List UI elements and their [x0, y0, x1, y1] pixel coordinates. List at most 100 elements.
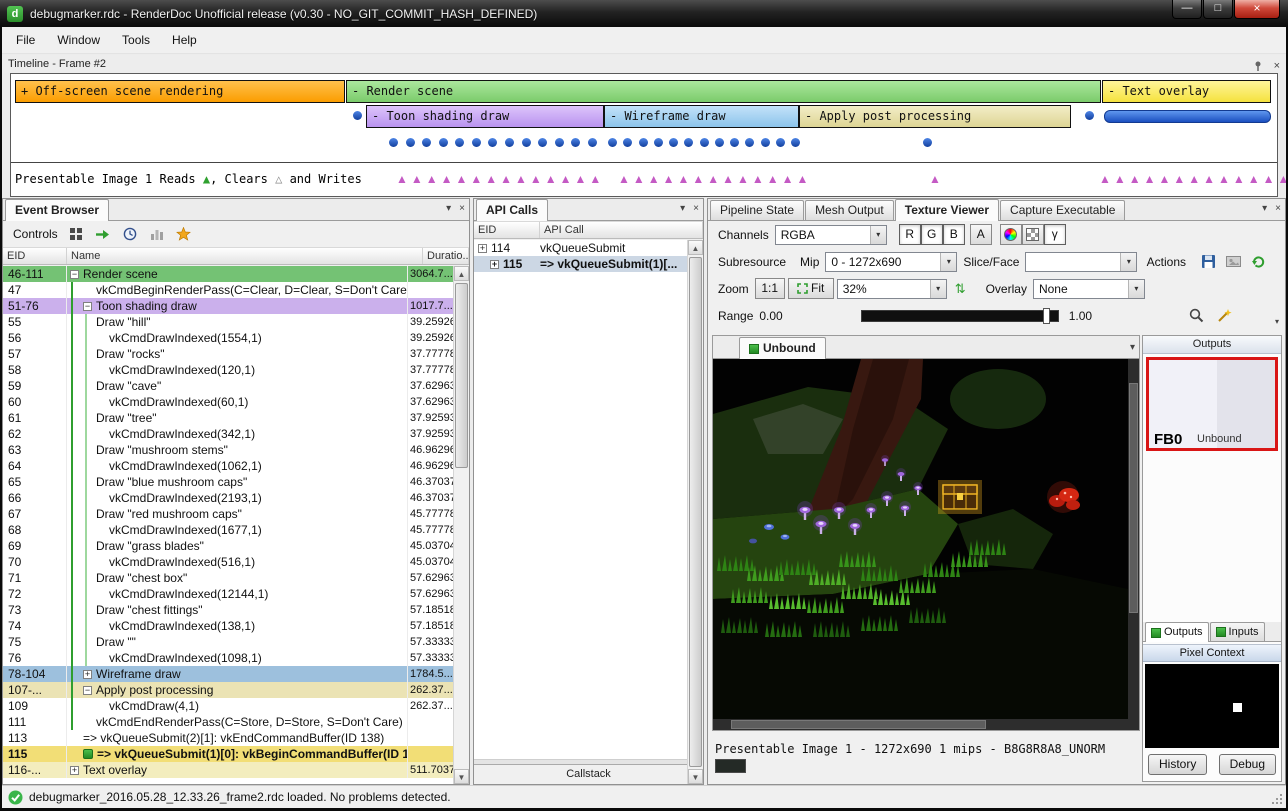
timeline-bar-apply-post-processing[interactable]: - Apply post processing — [799, 105, 1071, 128]
scrollbar-thumb[interactable] — [1129, 383, 1138, 613]
timeline-bar-offscreen-scene-rendering[interactable]: + Off-screen scene rendering — [15, 80, 345, 103]
event-dot[interactable] — [389, 138, 398, 147]
minimize-button[interactable]: — — [1172, 0, 1202, 19]
blue-channel-button[interactable]: B — [943, 224, 965, 245]
expander-icon[interactable]: + — [490, 260, 499, 269]
overlay-dropdown[interactable]: None ▾ — [1033, 279, 1145, 299]
range-slider[interactable] — [861, 310, 1059, 322]
tab-unbound-texture[interactable]: Unbound — [739, 337, 826, 359]
write-markers-group[interactable]: ▲▲▲▲▲▲▲▲▲▲▲▲▲▲ — [1099, 163, 1288, 197]
zoom-range-button[interactable] — [1187, 307, 1205, 325]
event-dot[interactable] — [538, 138, 547, 147]
api-calls-scrollbar[interactable]: ▲ ▼ — [687, 240, 703, 784]
wireframe-event-dots[interactable] — [608, 138, 800, 147]
resize-grip[interactable] — [1270, 792, 1283, 805]
text-overlay-marker-dot[interactable] — [1085, 111, 1094, 120]
event-dot[interactable] — [639, 138, 648, 147]
event-dot[interactable] — [923, 138, 932, 147]
scrollbar-thumb[interactable] — [731, 720, 986, 729]
expander-icon[interactable]: + — [70, 766, 79, 775]
api-row-114[interactable]: +114vkQueueSubmit — [474, 240, 687, 256]
panel-menu-icon[interactable]: ▾ — [680, 204, 685, 214]
scroll-down-icon[interactable]: ▼ — [454, 769, 469, 784]
flip-vertical-icon[interactable]: ⇅ — [955, 282, 966, 295]
timeline-bar-render-scene[interactable]: - Render scene — [346, 80, 1101, 103]
close-button[interactable]: × — [1234, 0, 1280, 19]
texture-display[interactable] — [713, 359, 1139, 730]
texture-vertical-scrollbar[interactable] — [1128, 359, 1139, 719]
tab-mesh-output[interactable]: Mesh Output — [805, 200, 894, 220]
expander-icon[interactable]: − — [70, 270, 79, 279]
event-dot[interactable] — [422, 138, 431, 147]
tab-pipeline-state[interactable]: Pipeline State — [710, 200, 804, 220]
api-calls-header[interactable]: EID API Call — [474, 221, 703, 239]
green-channel-button[interactable]: G — [921, 224, 943, 245]
menu-window[interactable]: Window — [46, 29, 111, 51]
column-name[interactable]: Name — [67, 248, 423, 264]
event-dot[interactable] — [669, 138, 678, 147]
api-calls-rows[interactable]: +114vkQueueSubmit+115=> vkQueueSubmit(1)… — [474, 240, 687, 764]
callstack-section[interactable]: Callstack — [474, 764, 703, 784]
texture-list-chevron-icon[interactable]: ▾ — [1130, 343, 1135, 353]
slice-face-dropdown[interactable]: ▾ — [1025, 252, 1137, 272]
event-dot[interactable] — [761, 138, 770, 147]
event-dot[interactable] — [1085, 111, 1094, 120]
expander-icon[interactable]: + — [83, 670, 92, 679]
event-dot[interactable] — [791, 138, 800, 147]
menu-help[interactable]: Help — [161, 29, 208, 51]
zoom-1to1-button[interactable]: 1:1 — [755, 278, 785, 299]
event-row-116-...[interactable]: 116-...+Text overlay511.7037 — [3, 762, 453, 778]
durations-button[interactable] — [148, 225, 166, 243]
debug-button[interactable]: Debug — [1219, 754, 1276, 775]
expander-icon[interactable]: − — [83, 302, 92, 311]
scroll-down-icon[interactable]: ▼ — [688, 769, 703, 784]
column-api-call[interactable]: API Call — [540, 222, 703, 238]
event-dot[interactable] — [700, 138, 709, 147]
mip-dropdown[interactable]: 0 - 1272x690 ▾ — [825, 252, 957, 272]
open-texture-list-button[interactable] — [1224, 253, 1242, 271]
range-options-chevron-icon[interactable]: ▾ — [1275, 317, 1279, 326]
event-dot[interactable] — [472, 138, 481, 147]
event-dot[interactable] — [555, 138, 564, 147]
custom-display-button[interactable] — [1000, 224, 1022, 245]
column-eid[interactable]: EID — [474, 222, 540, 238]
tab-texture-viewer[interactable]: Texture Viewer — [895, 199, 999, 221]
tab-outputs[interactable]: Outputs — [1145, 622, 1209, 642]
scroll-up-icon[interactable]: ▲ — [688, 240, 703, 255]
menu-file[interactable]: File — [5, 29, 46, 51]
event-dot[interactable] — [505, 138, 514, 147]
pixel-context-view[interactable] — [1145, 664, 1279, 748]
goto-eid-button[interactable] — [94, 225, 112, 243]
timeline-body[interactable]: + Off-screen scene rendering - Render sc… — [10, 73, 1278, 197]
column-eid[interactable]: EID — [3, 248, 67, 264]
menu-tools[interactable]: Tools — [111, 29, 161, 51]
gamma-button[interactable]: γ — [1044, 224, 1066, 245]
event-dot[interactable] — [623, 138, 632, 147]
panel-close-icon[interactable]: × — [1275, 204, 1281, 214]
event-dot[interactable] — [571, 138, 580, 147]
event-dot[interactable] — [406, 138, 415, 147]
post-processing-event-dot[interactable] — [923, 138, 932, 147]
goto-resource-button[interactable] — [1249, 253, 1267, 271]
timeline-bar-wireframe-draw[interactable]: - Wireframe draw — [604, 105, 799, 128]
event-dot[interactable] — [715, 138, 724, 147]
tab-inputs[interactable]: Inputs — [1210, 622, 1265, 641]
event-dot[interactable] — [455, 138, 464, 147]
scrollbar-thumb[interactable] — [689, 257, 702, 767]
event-row-113[interactable]: 113=> vkQueueSubmit(2)[1]: vkEndCommandB… — [3, 730, 453, 746]
time-draws-button[interactable] — [121, 225, 139, 243]
channels-dropdown[interactable]: RGBA ▾ — [775, 225, 887, 245]
timeline-bar-toon-shading-draw[interactable]: - Toon shading draw — [366, 105, 604, 128]
fb0-thumbnail[interactable]: FB0 Unbound — [1146, 357, 1278, 451]
panel-menu-icon[interactable]: ▾ — [446, 204, 451, 214]
save-texture-button[interactable] — [1199, 253, 1217, 271]
event-dot[interactable] — [654, 138, 663, 147]
event-browser-scrollbar[interactable]: ▲ ▼ — [453, 266, 469, 784]
tab-api-calls[interactable]: API Calls — [476, 199, 548, 221]
write-markers-group[interactable]: ▲ — [929, 163, 944, 197]
event-dot[interactable] — [439, 138, 448, 147]
write-markers-group[interactable]: ▲▲▲▲▲▲▲▲▲▲▲▲▲▲ — [396, 163, 604, 197]
event-row-46-111[interactable]: 46-111−Render scene3064.7... — [3, 266, 453, 282]
write-markers-group[interactable]: ▲▲▲▲▲▲▲▲▲▲▲▲▲ — [618, 163, 811, 197]
rendered-scene[interactable] — [713, 359, 1128, 719]
